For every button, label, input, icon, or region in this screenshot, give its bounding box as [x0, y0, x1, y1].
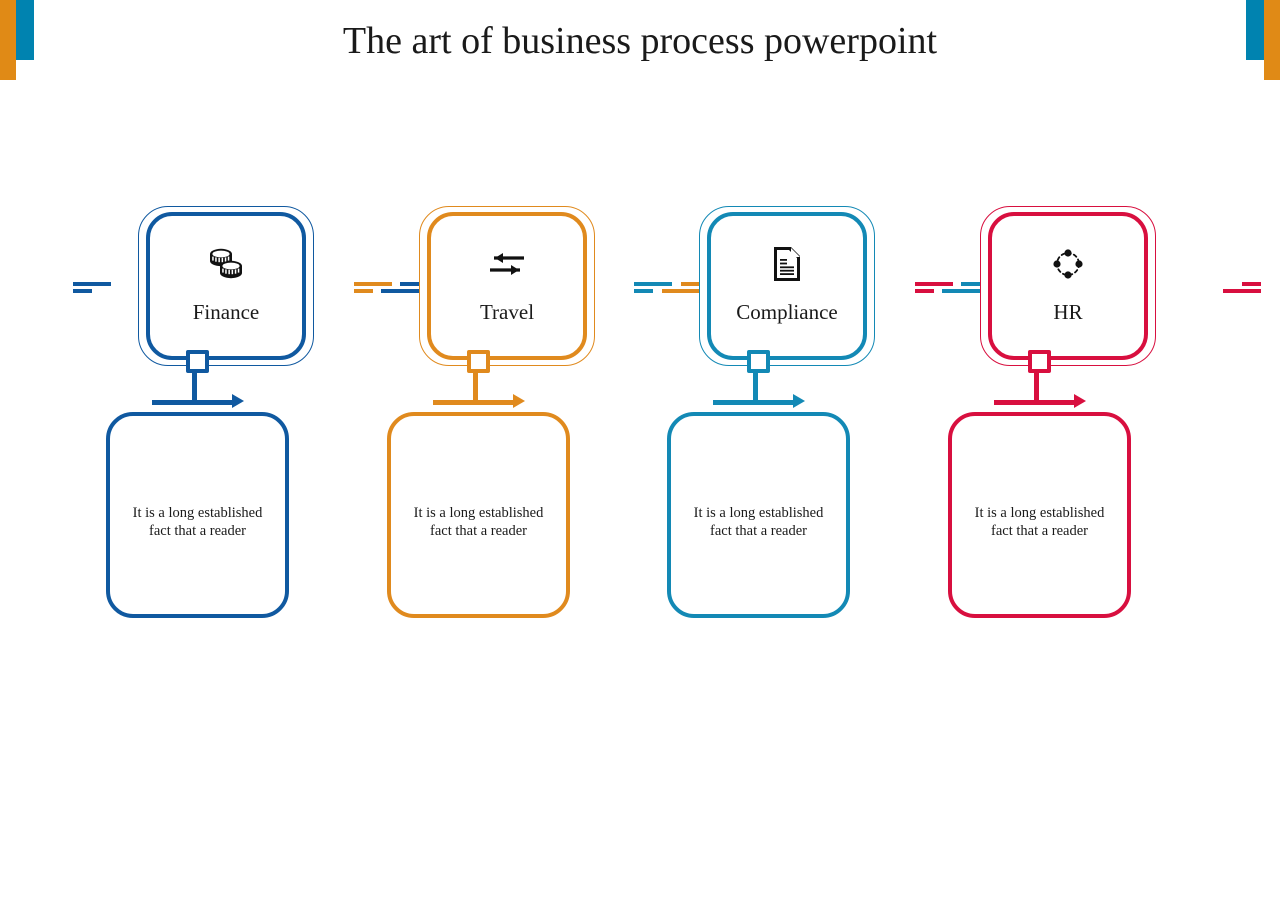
connector-line-right-short-hr [1242, 282, 1261, 286]
connector-line-left-long-finance [73, 282, 111, 286]
arrow-head-hr [1074, 394, 1086, 408]
bottom-card-text-compliance: It is a long established fact that a rea… [693, 505, 824, 539]
network-nodes-icon-wrap-hr [1046, 244, 1090, 284]
bottom-card-compliance[interactable]: It is a long established fact that a rea… [667, 412, 850, 618]
top-card-body-finance[interactable]: Finance [146, 212, 306, 360]
document-icon-wrap-compliance [765, 244, 809, 284]
connector-line-left-short-travel [354, 289, 373, 293]
process-column-travel: Travel It is a long established fact tha… [354, 200, 700, 920]
connector-line-right-long-hr [1223, 289, 1261, 293]
arrow-shaft-finance [152, 400, 234, 405]
connector-line-left-short-hr [915, 289, 934, 293]
top-card-travel[interactable]: Travel [419, 206, 595, 366]
coins-icon [210, 248, 242, 279]
top-card-label-hr: HR [1053, 300, 1083, 324]
process-column-hr: HR It is a long established fact that a … [915, 200, 1261, 920]
bottom-card-text-hr: It is a long established fact that a rea… [974, 505, 1105, 539]
connector-line-left-short-compliance [634, 289, 653, 293]
network-nodes-icon [1053, 249, 1083, 279]
slide-title: The art of business process powerpoint [342, 20, 938, 62]
exchange-arrows-icon-wrap-travel [485, 244, 529, 284]
bottom-card-finance[interactable]: It is a long established fact that a rea… [106, 412, 289, 618]
connector-line-left-short-finance [73, 289, 92, 293]
node-connector-square-finance [186, 350, 209, 373]
top-card-body-travel[interactable]: Travel [427, 212, 587, 360]
bottom-card-text-travel: It is a long established fact that a rea… [413, 505, 544, 539]
top-card-body-hr[interactable]: HR [988, 212, 1148, 360]
coins-icon-wrap-finance [204, 244, 248, 284]
arrow-shaft-travel [433, 400, 515, 405]
top-card-body-compliance[interactable]: Compliance [707, 212, 867, 360]
process-column-compliance: Compliance It is a long established fact… [634, 200, 980, 920]
exchange-arrows-icon [490, 253, 524, 275]
bottom-card-text-finance: It is a long established fact that a rea… [132, 505, 263, 539]
node-connector-square-travel [467, 350, 490, 373]
document-icon [774, 247, 800, 281]
bottom-card-hr[interactable]: It is a long established fact that a rea… [948, 412, 1131, 618]
top-card-hr[interactable]: HR [980, 206, 1156, 366]
top-card-label-finance: Finance [192, 300, 260, 324]
node-connector-square-hr [1028, 350, 1051, 373]
slide-canvas: The art of business process powerpoint F… [0, 0, 1280, 720]
top-card-label-compliance: Compliance [736, 300, 838, 324]
bottom-card-travel[interactable]: It is a long established fact that a rea… [387, 412, 570, 618]
top-card-label-travel: Travel [479, 300, 535, 324]
arrow-head-travel [513, 394, 525, 408]
arrow-shaft-hr [994, 400, 1076, 405]
arrow-shaft-compliance [713, 400, 795, 405]
connector-line-left-long-travel [354, 282, 392, 286]
arrow-head-compliance [793, 394, 805, 408]
top-card-finance[interactable]: Finance [138, 206, 314, 366]
connector-line-left-long-compliance [634, 282, 672, 286]
arrow-head-finance [232, 394, 244, 408]
process-column-finance: Finance It is a long established fact th… [73, 200, 419, 920]
connector-line-left-long-hr [915, 282, 953, 286]
node-connector-square-compliance [747, 350, 770, 373]
top-card-compliance[interactable]: Compliance [699, 206, 875, 366]
